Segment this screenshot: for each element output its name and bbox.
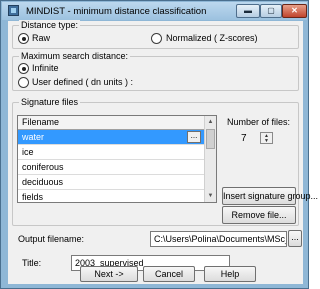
next-button[interactable]: Next -> xyxy=(80,266,138,282)
row-browse-button[interactable]: ... xyxy=(187,131,201,143)
infinite-radio[interactable] xyxy=(18,63,29,74)
number-of-files-label: Number of files: xyxy=(227,117,291,127)
output-browse-button[interactable]: ... xyxy=(288,230,302,247)
minimize-button[interactable]: ▬ xyxy=(236,4,260,18)
close-icon: ✕ xyxy=(291,6,298,15)
max-search-distance-group: Maximum search distance: Infinite User d… xyxy=(12,51,299,91)
distance-type-group: Distance type: Raw Normalized ( Z-scores… xyxy=(12,20,299,49)
insert-signature-group-button[interactable]: Insert signature group... xyxy=(222,187,318,205)
normalized-label: Normalized ( Z-scores) xyxy=(166,33,258,43)
scroll-up-icon[interactable]: ▲ xyxy=(205,116,216,128)
max-search-distance-label: Maximum search distance: xyxy=(19,51,131,61)
maximize-button[interactable]: ▢ xyxy=(260,4,282,18)
signature-file-list[interactable]: Filename water ... ice coniferous decidu… xyxy=(17,115,217,203)
list-item[interactable]: ice xyxy=(18,145,204,160)
title-label: Title: xyxy=(22,258,42,268)
scroll-thumb[interactable] xyxy=(206,129,215,149)
filename-column-header[interactable]: Filename xyxy=(18,116,204,130)
dialog-body: Distance type: Raw Normalized ( Z-scores… xyxy=(8,20,318,284)
scroll-down-icon[interactable]: ▼ xyxy=(205,190,216,202)
maximize-icon: ▢ xyxy=(267,6,275,15)
list-item[interactable]: deciduous xyxy=(18,175,204,190)
signature-files-label: Signature files xyxy=(19,97,81,107)
signature-files-group: Signature files Filename water ... ice c… xyxy=(12,97,318,226)
number-of-files-value: 7 xyxy=(241,133,247,144)
output-filename-label: Output filename: xyxy=(18,234,85,244)
help-button[interactable]: Help xyxy=(204,266,256,282)
cancel-button[interactable]: Cancel xyxy=(143,266,195,282)
user-defined-radio[interactable] xyxy=(18,77,29,88)
list-item-label: water xyxy=(22,132,45,142)
minimize-icon: ▬ xyxy=(244,6,252,15)
infinite-label: Infinite xyxy=(32,63,59,73)
list-item[interactable]: water ... xyxy=(18,130,204,145)
remove-file-button[interactable]: Remove file... xyxy=(222,206,296,224)
user-defined-label: User defined ( dn units ) : xyxy=(32,77,134,87)
normalized-radio[interactable] xyxy=(151,33,162,44)
raw-radio[interactable] xyxy=(18,33,29,44)
list-scrollbar[interactable]: ▲ ▼ xyxy=(204,116,216,202)
app-icon xyxy=(8,5,19,16)
raw-label: Raw xyxy=(32,33,51,43)
window-title: MINDIST - minimum distance classificatio… xyxy=(26,6,207,17)
list-item[interactable]: coniferous xyxy=(18,160,204,175)
number-of-files-stepper[interactable]: ▲ ▼ xyxy=(260,132,273,144)
distance-type-label: Distance type: xyxy=(19,20,81,30)
list-item[interactable]: fields xyxy=(18,190,204,202)
dialog-window: MINDIST - minimum distance classificatio… xyxy=(0,0,318,289)
stepper-down-icon[interactable]: ▼ xyxy=(261,139,272,144)
close-button[interactable]: ✕ xyxy=(282,4,307,18)
output-filename-input[interactable]: C:\Users\Polina\Documents\MSc_C xyxy=(150,231,287,247)
title-bar[interactable]: MINDIST - minimum distance classificatio… xyxy=(2,2,307,20)
